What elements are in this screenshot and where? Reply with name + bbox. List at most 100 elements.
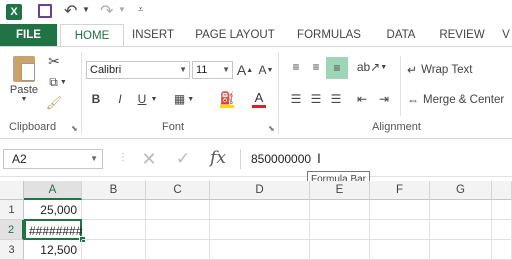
paste-label: Paste: [9, 83, 39, 96]
cell-d2[interactable]: [210, 220, 310, 240]
merge-center-button[interactable]: ⇔ Merge & Center: [407, 90, 512, 110]
cell-b3[interactable]: [82, 240, 146, 260]
increase-font-size-button[interactable]: A ▲: [237, 60, 253, 80]
font-name-combo[interactable]: Calibri ▼: [86, 61, 190, 79]
font-size-combo[interactable]: 11 ▼: [192, 61, 233, 79]
wrap-text-button[interactable]: ↵ Wrap Text: [407, 60, 487, 80]
row-header-2[interactable]: 2: [0, 220, 24, 240]
align-left-icon[interactable]: ☰: [286, 90, 306, 108]
redo-icon[interactable]: ↷: [100, 1, 113, 21]
font-name-value: Calibri: [90, 64, 122, 76]
font-launcher-icon[interactable]: ⬊: [268, 124, 275, 133]
merge-center-label: Merge & Center: [423, 94, 505, 106]
borders-icon[interactable]: ▦ ▼: [170, 90, 198, 108]
tab-data[interactable]: DATA: [378, 24, 424, 46]
row-header-3[interactable]: 3: [0, 240, 24, 260]
save-icon[interactable]: [38, 4, 52, 18]
cell-e1[interactable]: [310, 200, 370, 220]
cell-g3[interactable]: [430, 240, 492, 260]
wrap-text-icon: ↵: [407, 63, 418, 77]
cell-a3[interactable]: 12,500: [24, 240, 82, 260]
align-center-icon[interactable]: ☰: [306, 90, 326, 108]
cell-c2[interactable]: [146, 220, 210, 240]
cell-e2[interactable]: [310, 220, 370, 240]
formula-input[interactable]: 850000000 I: [240, 149, 512, 169]
enter-icon[interactable]: ✓: [170, 148, 196, 170]
tab-insert[interactable]: INSERT: [125, 24, 181, 46]
top-align-icon[interactable]: ≡: [286, 58, 306, 76]
cell-c1[interactable]: [146, 200, 210, 220]
decrease-indent-icon[interactable]: ⇤: [352, 90, 372, 108]
undo-icon[interactable]: ↶: [64, 1, 77, 21]
cut-icon[interactable]: ✂: [45, 52, 63, 70]
align-right-icon[interactable]: ☰: [326, 90, 346, 108]
column-header-b[interactable]: B: [82, 181, 146, 200]
cell-h1[interactable]: [492, 200, 512, 220]
paste-button[interactable]: Paste ▼: [6, 54, 42, 104]
title-bar: X ↶ ▼ ↷ ▼ ⩡: [0, 0, 512, 24]
cell-d3[interactable]: [210, 240, 310, 260]
column-header-h[interactable]: [492, 181, 512, 200]
column-header-a[interactable]: A: [24, 181, 82, 200]
name-box[interactable]: A2 ▼: [3, 149, 103, 169]
column-header-c[interactable]: C: [146, 181, 210, 200]
cell-f3[interactable]: [370, 240, 430, 260]
bold-button[interactable]: B: [88, 90, 104, 108]
font-size-value: 11: [196, 64, 208, 76]
cell-f2[interactable]: [370, 220, 430, 240]
formula-bar-handle[interactable]: ⋮: [118, 152, 128, 163]
cell-a1[interactable]: 25,000: [24, 200, 82, 220]
decrease-font-size-button[interactable]: A ▼: [258, 60, 274, 80]
cell-d1[interactable]: [210, 200, 310, 220]
underline-button[interactable]: U: [134, 90, 150, 108]
increase-indent-icon[interactable]: ⇥: [374, 90, 394, 108]
cell-b2[interactable]: [82, 220, 146, 240]
column-header-g[interactable]: G: [430, 181, 492, 200]
middle-align-icon[interactable]: ≡: [306, 58, 326, 76]
column-header-d[interactable]: D: [210, 181, 310, 200]
font-dropdown-icon: ▼: [179, 65, 187, 74]
tab-home[interactable]: HOME: [60, 24, 124, 48]
name-box-value: A2: [12, 152, 27, 166]
cell-e3[interactable]: [310, 240, 370, 260]
font-group-label: Font: [162, 121, 185, 133]
cell-h2[interactable]: [492, 220, 512, 240]
tab-view[interactable]: V: [500, 24, 512, 46]
row-header-1[interactable]: 1: [0, 200, 24, 220]
format-painter-icon[interactable]: 🖌: [45, 94, 63, 112]
wrap-text-label: Wrap Text: [421, 64, 473, 76]
cell-b1[interactable]: [82, 200, 146, 220]
underline-dropdown-icon[interactable]: ▼: [150, 94, 158, 104]
clipboard-icon: [13, 55, 35, 82]
cell-f1[interactable]: [370, 200, 430, 220]
cell-g1[interactable]: [430, 200, 492, 220]
copy-icon[interactable]: ⧉ ▼: [45, 73, 71, 91]
cancel-icon[interactable]: ✕: [136, 148, 162, 170]
select-all-corner[interactable]: [0, 181, 24, 200]
excel-logo-icon: X: [6, 4, 22, 20]
cell-a2[interactable]: ########: [24, 219, 82, 240]
customize-qat-icon[interactable]: ⩡: [138, 4, 143, 15]
tab-page-layout[interactable]: PAGE LAYOUT: [190, 24, 280, 46]
column-header-f[interactable]: F: [370, 181, 430, 200]
redo-dropdown-icon[interactable]: ▼: [118, 5, 126, 14]
tab-file[interactable]: FILE: [0, 24, 57, 46]
italic-button[interactable]: I: [112, 90, 128, 108]
cell-g2[interactable]: [430, 220, 492, 240]
font-color-bar: [252, 104, 266, 108]
clipboard-group-label: Clipboard: [9, 121, 57, 133]
cell-h3[interactable]: [492, 240, 512, 260]
undo-dropdown-icon[interactable]: ▼: [82, 5, 90, 14]
name-box-dropdown-icon[interactable]: ▼: [90, 150, 98, 168]
fill-color-icon[interactable]: ⛽: [212, 88, 242, 110]
clipboard-launcher-icon[interactable]: ⬊: [71, 124, 78, 133]
insert-function-icon[interactable]: fx: [204, 146, 232, 170]
fx-label: fx: [210, 148, 226, 168]
column-header-e[interactable]: E: [310, 181, 370, 200]
tab-review[interactable]: REVIEW: [432, 24, 492, 46]
font-color-icon[interactable]: A: [244, 88, 274, 110]
tab-formulas[interactable]: FORMULAS: [292, 24, 366, 46]
cell-c3[interactable]: [146, 240, 210, 260]
orientation-icon[interactable]: ab↗ ▼: [357, 58, 387, 76]
bottom-align-icon[interactable]: ≡: [326, 57, 348, 79]
